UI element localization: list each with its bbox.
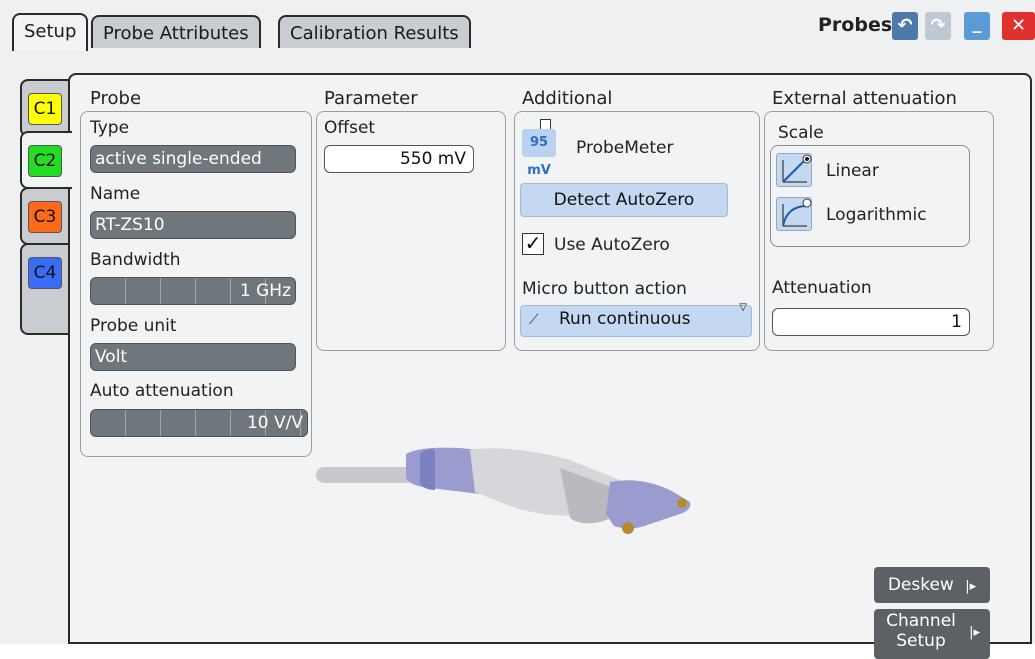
auto-attenuation-label: Auto attenuation	[90, 381, 234, 401]
type-value: active single-ended	[90, 145, 296, 173]
dialog-title: Probes	[818, 14, 893, 36]
bandwidth-value: 1 GHz	[90, 277, 296, 305]
tab-calibration-results-label: Calibration Results	[290, 23, 459, 44]
micro-button-action-value: Run continuous	[559, 309, 691, 329]
probemeter-icon-text: 95 mV	[522, 129, 556, 178]
channel-c3-label: C3	[28, 201, 62, 233]
tab-probe-attributes-label: Probe Attributes	[103, 23, 249, 44]
bandwidth-label: Bandwidth	[90, 250, 181, 270]
run-continuous-icon: ⟋	[529, 312, 539, 328]
tab-calibration-results[interactable]: Calibration Results	[278, 15, 471, 48]
channel-tab-c1[interactable]: C1	[20, 79, 70, 137]
log-scale-icon	[782, 198, 812, 227]
logarithmic-radio[interactable]	[776, 197, 812, 231]
undo-button[interactable]: ↶	[892, 12, 918, 40]
dropdown-arrow-icon: ▽	[739, 302, 747, 313]
micro-button-action-select[interactable]: ⟋ Run continuous ▽	[520, 302, 752, 337]
type-label: Type	[90, 118, 130, 138]
linear-radio[interactable]	[776, 153, 812, 187]
setup-panel: Probe Type active single-ended Name RT-Z…	[68, 73, 1032, 659]
attenuation-input[interactable]: 1	[772, 308, 970, 336]
probemeter-icon: 95 mV	[522, 119, 558, 178]
channel-tab-c4[interactable]: C4	[20, 243, 70, 335]
tab-probe-attributes[interactable]: Probe Attributes	[91, 15, 261, 48]
probe-heading: Probe	[90, 88, 142, 109]
minimize-button[interactable]: _	[964, 12, 990, 40]
probe-unit-value: Volt	[90, 343, 296, 371]
use-autozero-label: Use AutoZero	[554, 235, 670, 255]
detect-autozero-button[interactable]: Detect AutoZero	[520, 183, 728, 217]
name-label: Name	[90, 184, 141, 204]
offset-input[interactable]: 550 mV	[324, 145, 474, 173]
probes-dialog: Setup Probe Attributes Calibration Resul…	[0, 0, 1035, 659]
close-button[interactable]: ✕	[1002, 12, 1035, 40]
channel-setup-button[interactable]: Channel Setup |▸	[874, 609, 990, 659]
probemeter-label[interactable]: ProbeMeter	[576, 138, 673, 158]
linear-label: Linear	[826, 161, 879, 181]
undo-icon: ↶	[897, 15, 913, 36]
probe-image	[316, 447, 691, 534]
linear-scale-icon	[782, 154, 812, 183]
offset-label: Offset	[324, 118, 376, 138]
minimize-icon: _	[972, 13, 982, 34]
play-arrow-icon: |▸	[965, 579, 977, 594]
channel-setup-label-line2: Setup	[896, 631, 946, 651]
tab-setup-label: Setup	[24, 21, 77, 42]
probe-unit-label: Probe unit	[90, 316, 177, 336]
additional-heading: Additional	[522, 88, 613, 109]
channel-tab-c3[interactable]: C3	[20, 187, 70, 245]
deskew-label: Deskew	[887, 575, 954, 595]
auto-attenuation-value: 10 V/V	[90, 409, 308, 437]
close-icon: ✕	[1010, 15, 1027, 36]
external-attenuation-heading: External attenuation	[772, 88, 957, 109]
scale-label: Scale	[778, 123, 824, 143]
play-arrow-icon: |▸	[969, 625, 980, 640]
checkmark-icon: ✓	[524, 231, 542, 255]
channel-setup-label-line1: Channel	[886, 611, 956, 631]
redo-icon: ↷	[930, 15, 946, 36]
parameter-heading: Parameter	[324, 88, 418, 109]
name-value: RT-ZS10	[90, 211, 296, 239]
channel-c2-label: C2	[28, 145, 62, 177]
tab-setup[interactable]: Setup	[12, 13, 89, 51]
attenuation-label: Attenuation	[772, 278, 872, 298]
use-autozero-checkbox[interactable]: ✓	[522, 233, 544, 255]
channel-c1-label: C1	[28, 93, 62, 125]
logarithmic-label: Logarithmic	[826, 205, 927, 225]
redo-button[interactable]: ↷	[925, 12, 951, 40]
channel-tab-c2[interactable]: C2	[20, 131, 72, 189]
channel-c4-label: C4	[28, 257, 62, 289]
deskew-button[interactable]: Deskew |▸	[874, 567, 990, 603]
micro-button-label: Micro button action	[522, 279, 687, 299]
